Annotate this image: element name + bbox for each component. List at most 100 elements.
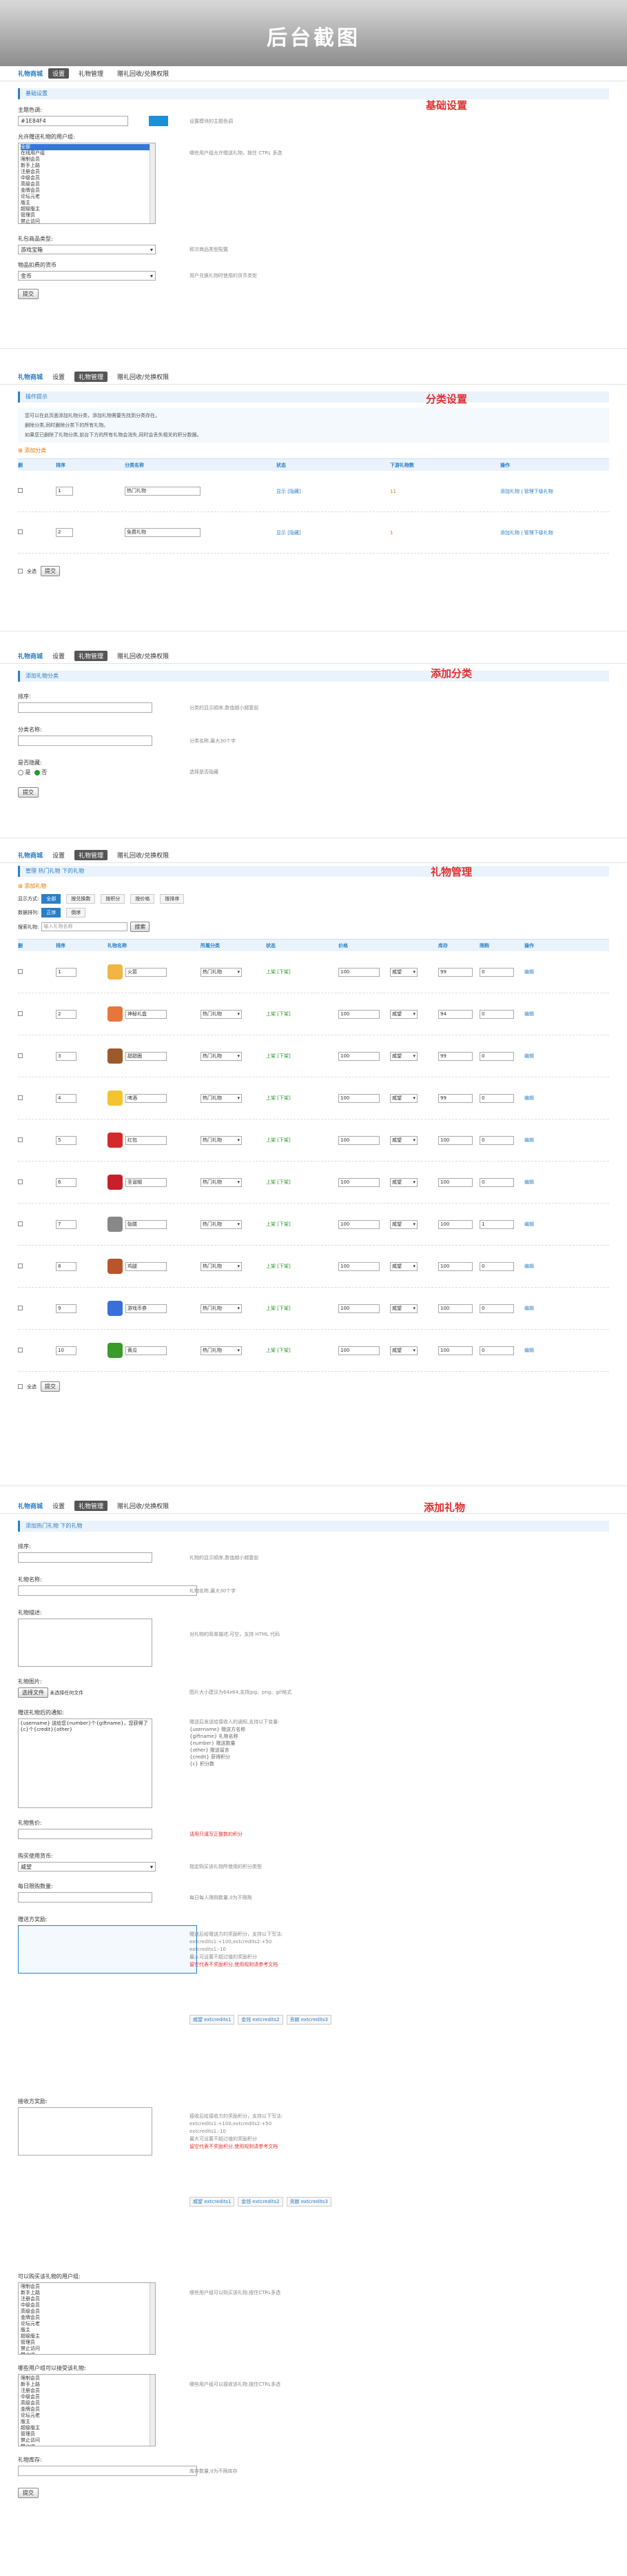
price-input[interactable]: 100	[338, 1051, 380, 1061]
gift-name-input[interactable]: 游戏币券	[125, 1304, 167, 1313]
price-input[interactable]: 100	[338, 1219, 380, 1229]
scrollbar[interactable]	[150, 143, 155, 223]
listbox-option[interactable]: 限制会员	[21, 2284, 153, 2290]
listbox-option[interactable]: 中级会员	[21, 175, 153, 181]
currency-select[interactable]: 威望 ▾	[390, 1261, 418, 1271]
sort-option[interactable]: 倒序	[66, 908, 86, 917]
color-swatch[interactable]	[149, 116, 168, 126]
category-name-input[interactable]	[18, 736, 152, 746]
edit-link[interactable]: 编辑	[524, 1137, 534, 1144]
tab-settings[interactable]: 设置	[48, 850, 69, 860]
price-input[interactable]: 100	[338, 1093, 380, 1103]
currency-select[interactable]: 威望 ▾	[390, 1219, 418, 1229]
edit-link[interactable]: 编辑	[524, 1347, 534, 1354]
currency-select[interactable]: 威望 ▾	[390, 1177, 418, 1187]
order-input[interactable]: 4	[56, 1093, 76, 1103]
brand[interactable]: 礼物商城	[18, 372, 43, 381]
gift-name-input[interactable]: 火箭	[125, 967, 167, 977]
brand[interactable]: 礼物商城	[18, 651, 43, 660]
edit-link[interactable]: 编辑	[524, 1095, 534, 1102]
filter-option[interactable]: 按排序	[160, 894, 185, 904]
tab-recycle[interactable]: 赠礼回收/兑换权限	[113, 68, 173, 79]
row-checkbox[interactable]	[18, 529, 23, 534]
gift-name-input[interactable]: 骷髅	[125, 1219, 167, 1229]
currency-select[interactable]: 威望 ▾	[390, 967, 418, 977]
credit-tag[interactable]: 金钱 extcredits2	[238, 2197, 283, 2207]
row-checkbox[interactable]	[18, 488, 23, 493]
row-checkbox[interactable]	[18, 1179, 23, 1184]
category-select[interactable]: 热门礼物 ▾	[201, 1093, 242, 1103]
package-type-select[interactable]: 游戏宝箱 ▾	[18, 245, 156, 254]
order-input[interactable]: 1	[56, 967, 76, 977]
listbox-option[interactable]: 禁止访问	[21, 2437, 153, 2444]
order-input[interactable]: 2	[56, 1009, 76, 1019]
status-link[interactable]: 上架 [下架]	[266, 1137, 338, 1144]
usergroup-listbox[interactable]: 全部 在线用户组 限制会员 新手上路 注册会员 中级会员 高级会员 金牌会员 论坛元老 版主 超级版…	[18, 143, 156, 224]
stock-input[interactable]: 99	[438, 967, 473, 977]
order-input[interactable]	[18, 702, 152, 713]
limit-input[interactable]: 0	[480, 967, 514, 977]
limit-input[interactable]: 0	[480, 1135, 514, 1145]
credit-tag[interactable]: 威望 extcredits1	[189, 2015, 235, 2025]
sort-option[interactable]: 正序	[41, 908, 61, 917]
status-link[interactable]: 上架 [下架]	[266, 1053, 338, 1059]
row-checkbox[interactable]	[18, 1221, 23, 1226]
order-input[interactable]: 1	[56, 487, 73, 496]
edit-link[interactable]: 编辑	[524, 968, 534, 975]
listbox-option[interactable]: 论坛元老	[21, 194, 153, 200]
stock-input[interactable]: 100	[438, 1135, 473, 1145]
price-input[interactable]: 100	[338, 1346, 380, 1355]
category-select[interactable]: 热门礼物 ▾	[201, 1304, 242, 1313]
tab-recycle[interactable]: 赠礼回收/兑换权限	[113, 1501, 173, 1511]
select-all-checkbox[interactable]	[18, 1384, 23, 1389]
tab-gifts[interactable]: 礼物管理	[74, 1501, 108, 1511]
listbox-option[interactable]: 限制会员	[21, 2375, 153, 2382]
ops-links[interactable]: 添加礼物 | 管理下级礼物	[500, 488, 553, 495]
tab-settings[interactable]: 设置	[48, 68, 70, 79]
stock-input[interactable]: 100	[438, 1261, 473, 1271]
search-button[interactable]: 搜索	[130, 922, 150, 932]
listbox-option[interactable]: 管理员	[21, 2340, 153, 2346]
listbox-option[interactable]: 禁止访问	[21, 219, 153, 223]
edit-link[interactable]: 编辑	[524, 1053, 534, 1059]
limit-input[interactable]: 0	[480, 1177, 514, 1187]
credit-tag[interactable]: 贡献 extcredits3	[286, 2015, 332, 2025]
currency-select[interactable]: 威望 ▾	[390, 1135, 418, 1145]
radio-yes[interactable]	[18, 769, 23, 775]
choose-file-button[interactable]: 选择文件	[18, 1687, 48, 1698]
row-checkbox[interactable]	[18, 1095, 23, 1100]
listbox-option[interactable]: 注册会员	[21, 2388, 153, 2394]
listbox-option[interactable]: 注册会员	[21, 2296, 153, 2302]
edit-link[interactable]: 编辑	[524, 1305, 534, 1312]
stock-input[interactable]: 100	[438, 1346, 473, 1355]
status-link[interactable]: 上架 [下架]	[266, 1011, 338, 1017]
currency-select[interactable]: 威望 ▾	[390, 1346, 418, 1355]
daily-limit-input[interactable]	[18, 1892, 152, 1903]
row-checkbox[interactable]	[18, 1011, 23, 1016]
edit-link[interactable]: 编辑	[524, 1221, 534, 1228]
stock-input[interactable]	[18, 2466, 197, 2476]
limit-input[interactable]: 0	[480, 1093, 514, 1103]
recv-groups-listbox[interactable]: 限制会员 新手上路 注册会员 中级会员 高级会员 金牌会员 论坛元老 版主 超级版主 管理员 禁止访…	[18, 2374, 156, 2446]
status-link[interactable]: 上架 [下架]	[266, 1179, 338, 1186]
tab-gifts[interactable]: 礼物管理	[74, 372, 108, 382]
listbox-option[interactable]: 超级版主	[21, 206, 153, 212]
listbox-option[interactable]: 注册会员	[21, 169, 153, 175]
tab-settings[interactable]: 设置	[48, 651, 69, 661]
status-link[interactable]: 上架 [下架]	[266, 1095, 338, 1102]
order-input[interactable]: 6	[56, 1177, 76, 1187]
listbox-option[interactable]: 高级会员	[21, 181, 153, 187]
tab-gifts[interactable]: 礼物管理	[74, 850, 108, 860]
limit-input[interactable]: 0	[480, 1346, 514, 1355]
filter-option[interactable]: 全部	[41, 894, 61, 904]
stock-input[interactable]: 99	[438, 1093, 473, 1103]
radio-no[interactable]	[34, 769, 40, 775]
status-link[interactable]: 上架 [下架]	[266, 1347, 338, 1354]
price-input[interactable]: 100	[338, 1304, 380, 1313]
receiver-reward-textarea[interactable]	[18, 2107, 152, 2156]
listbox-option[interactable]: 论坛元老	[21, 2413, 153, 2419]
listbox-option[interactable]: 管理员	[21, 2431, 153, 2437]
category-select[interactable]: 热门礼物 ▾	[201, 1261, 242, 1271]
gift-name-input[interactable]: 啤酒	[125, 1093, 167, 1103]
listbox-option[interactable]: 超级版主	[21, 2425, 153, 2431]
